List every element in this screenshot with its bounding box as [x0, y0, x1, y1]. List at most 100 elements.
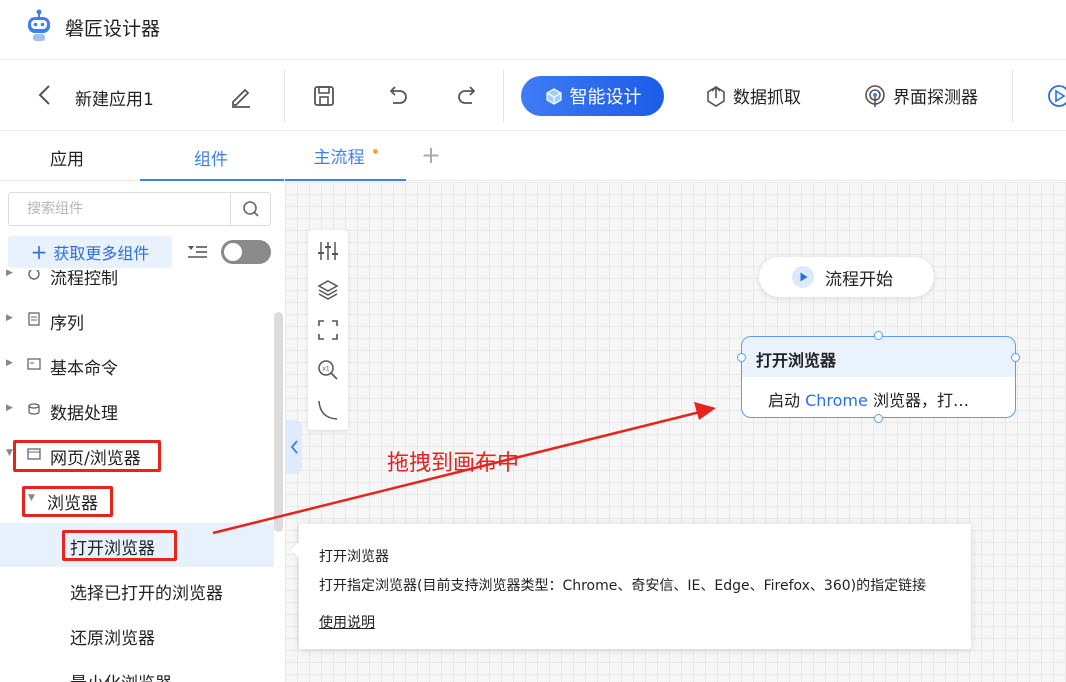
collapse-panel-button[interactable]	[286, 420, 302, 474]
tooltip-title: 打开浏览器	[319, 549, 389, 565]
tab-app[interactable]: 应用	[50, 145, 84, 170]
sliders-icon[interactable]	[316, 239, 340, 263]
search-button[interactable]	[230, 193, 270, 225]
save-icon[interactable]	[311, 83, 337, 109]
component-tree: ▶ 流程控制 ▶ 序列 ▶ 基本命令 ▶ 数据处理 ▼ 网页/浏览器 ▼ 浏览器…	[0, 270, 274, 682]
edit-pencil-icon[interactable]	[228, 83, 254, 109]
tree-item-minimize-browser[interactable]: 最小化浏览器	[0, 658, 274, 682]
expanded-arrow-icon: ▼	[28, 493, 35, 503]
node-title: 打开浏览器	[742, 337, 1015, 377]
run-play-icon[interactable]	[1046, 83, 1066, 109]
node-port-right[interactable]	[1011, 353, 1020, 362]
node-desc-prefix: 启动	[768, 391, 806, 410]
cube-sparkle-icon	[545, 88, 562, 105]
flow-start-node[interactable]: 流程开始	[759, 257, 934, 297]
component-tooltip: 打开浏览器 打开指定浏览器(目前支持浏览器类型：Chrome、奇安信、IE、Ed…	[291, 524, 971, 649]
component-search	[8, 192, 271, 226]
layers-icon[interactable]	[316, 278, 340, 302]
data-capture-label: 数据抓取	[733, 88, 801, 108]
ai-design-label: 智能设计	[569, 87, 642, 108]
flow-start-label: 流程开始	[825, 269, 893, 290]
list-filter-icon[interactable]	[186, 242, 208, 262]
tree-item-label: 基本命令	[50, 359, 118, 379]
tab-components[interactable]: 组件	[194, 145, 228, 170]
node-desc-highlight: Chrome	[805, 391, 868, 410]
tree-item-label: 序列	[50, 314, 84, 334]
plus-icon: +	[30, 240, 48, 264]
tree-item-label: 流程控制	[50, 270, 118, 289]
tree-item-label: 还原浏览器	[70, 629, 155, 649]
get-more-components-label: 获取更多组件	[53, 244, 150, 263]
tree-item-sequence[interactable]: ▶ 序列	[0, 298, 274, 342]
tree-item-web-browser[interactable]: ▼ 网页/浏览器	[0, 433, 274, 477]
robot-logo-icon	[28, 9, 50, 41]
toolbar-divider	[1012, 69, 1013, 123]
play-circle-icon	[792, 266, 814, 288]
tree-item-data-processing[interactable]: ▶ 数据处理	[0, 388, 274, 432]
get-more-components-button[interactable]: + 获取更多组件	[8, 236, 172, 268]
tree-scrollbar[interactable]	[274, 312, 283, 532]
data-capture-icon	[707, 85, 725, 107]
toggle-switch[interactable]	[221, 240, 271, 264]
project-name: 新建应用1	[75, 90, 154, 110]
canvas-tab-bar: 主流程 +	[285, 131, 1066, 181]
tree-item-label: 浏览器	[47, 494, 98, 514]
unsaved-dot	[372, 148, 378, 154]
search-icon	[243, 201, 259, 217]
tree-item-restore-browser[interactable]: 还原浏览器	[0, 613, 274, 657]
tree-item-label: 数据处理	[50, 404, 118, 424]
add-tab-button[interactable]: +	[421, 141, 441, 169]
curve-connector-icon[interactable]	[316, 398, 340, 422]
toolbar: 新建应用1 智能设计 数据抓取 界面探测器	[0, 61, 1066, 131]
tree-item-basic-commands[interactable]: ▶ 基本命令	[0, 343, 274, 387]
collapsed-arrow-icon: ▶	[6, 403, 13, 413]
title-bar: 磐匠设计器	[0, 0, 1066, 60]
collapsed-arrow-icon: ▶	[6, 358, 13, 368]
ui-detector-label: 界面探测器	[893, 88, 978, 108]
tab-main-flow-label: 主流程	[313, 147, 365, 168]
tree-item-flow-control[interactable]: ▶ 流程控制	[0, 270, 274, 297]
drag-to-canvas-annotation: 拖拽到画布中	[387, 451, 520, 476]
canvas-toolbox: x1	[308, 230, 348, 430]
radar-icon	[865, 84, 885, 107]
tree-item-label: 选择已打开的浏览器	[70, 584, 223, 604]
tree-item-select-open-browser[interactable]: 选择已打开的浏览器	[0, 568, 274, 612]
zoom-reset-icon[interactable]: x1	[316, 358, 340, 382]
collapsed-arrow-icon: ▶	[6, 313, 13, 323]
svg-text:x1: x1	[322, 366, 330, 373]
tree-item-label: 打开浏览器	[70, 539, 155, 559]
tooltip-description: 打开指定浏览器(目前支持浏览器类型：Chrome、奇安信、IE、Edge、Fir…	[319, 578, 927, 594]
node-port-left[interactable]	[737, 353, 746, 362]
undo-icon[interactable]	[384, 83, 410, 109]
command-icon	[27, 358, 41, 370]
expanded-arrow-icon: ▼	[6, 448, 13, 458]
tree-item-browser[interactable]: ▼ 浏览器	[0, 478, 274, 522]
node-description: 启动 Chrome 浏览器，打…	[742, 377, 1015, 411]
flow-control-icon	[28, 270, 40, 280]
back-arrow-icon[interactable]	[34, 83, 58, 107]
ui-detector-button[interactable]: 界面探测器	[863, 83, 978, 108]
tree-item-label: 最小化浏览器	[70, 669, 172, 682]
database-icon	[28, 403, 40, 415]
chevron-left-icon	[290, 440, 298, 454]
node-desc-suffix: 浏览器，打…	[867, 391, 969, 410]
app-title: 磐匠设计器	[65, 18, 161, 40]
collapsed-arrow-icon: ▶	[6, 270, 13, 278]
active-tab-indicator	[140, 179, 284, 181]
browser-window-icon	[27, 448, 41, 460]
fit-screen-icon[interactable]	[316, 318, 340, 342]
ai-design-button[interactable]: 智能设计	[521, 76, 664, 116]
left-panel-tabs: 应用 组件	[0, 131, 284, 181]
tab-main-flow[interactable]: 主流程	[285, 131, 406, 181]
search-input[interactable]	[9, 193, 231, 225]
node-port-top[interactable]	[874, 331, 883, 340]
node-port-bottom[interactable]	[874, 414, 883, 423]
data-capture-button[interactable]: 数据抓取	[705, 83, 801, 108]
usage-guide-link[interactable]: 使用说明	[319, 612, 375, 632]
toolbar-divider	[284, 69, 285, 123]
open-browser-node[interactable]: 打开浏览器 启动 Chrome 浏览器，打…	[741, 336, 1016, 418]
list-doc-icon	[28, 312, 40, 326]
redo-icon[interactable]	[455, 83, 481, 109]
tree-item-open-browser[interactable]: 打开浏览器	[0, 523, 274, 567]
toolbar-divider	[503, 69, 504, 123]
